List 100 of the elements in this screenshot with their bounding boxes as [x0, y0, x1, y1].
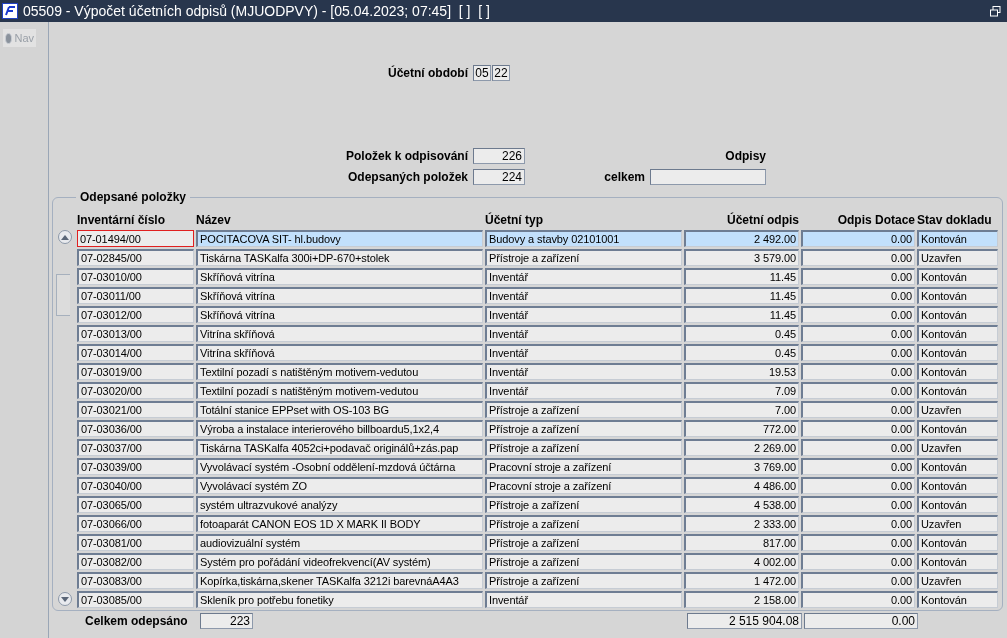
table-cell[interactable]: 0.00 — [801, 515, 915, 532]
table-cell[interactable]: 7.00 — [684, 401, 799, 418]
table-cell[interactable]: Totální stanice EPPset with OS-103 BG — [196, 401, 483, 418]
table-cell[interactable]: 3 769.00 — [684, 458, 799, 475]
table-cell[interactable]: Kontován — [917, 477, 998, 494]
table-cell[interactable]: Inventář — [485, 306, 682, 323]
table-cell[interactable]: Inventář — [485, 363, 682, 380]
table-cell[interactable]: 0.00 — [801, 249, 915, 266]
grant-total-field[interactable]: 0.00 — [804, 613, 918, 629]
table-cell[interactable]: Pracovní stroje a zařízení — [485, 458, 682, 475]
table-cell[interactable]: Tiskárna TASKalfa 300i+DP-670+stolek — [196, 249, 483, 266]
table-cell[interactable]: 0.00 — [801, 230, 915, 247]
table-cell[interactable]: 07-03010/00 — [77, 268, 194, 285]
table-cell[interactable]: Pracovní stroje a zařízení — [485, 477, 682, 494]
table-cell[interactable]: 07-03066/00 — [77, 515, 194, 532]
table-cell[interactable]: Textilní pozadí s natištěným motivem-vedutou — [196, 363, 483, 380]
table-cell[interactable]: 07-03039/00 — [77, 458, 194, 475]
table-cell[interactable]: Vitrína skříňová — [196, 344, 483, 361]
table-cell[interactable]: Přístroje a zařízení — [485, 515, 682, 532]
table-cell[interactable]: 07-03083/00 — [77, 572, 194, 589]
table-cell[interactable]: 0.00 — [801, 268, 915, 285]
table-cell[interactable]: 19.53 — [684, 363, 799, 380]
table-cell[interactable]: Uzavřen — [917, 401, 998, 418]
table-cell[interactable]: 07-03019/00 — [77, 363, 194, 380]
table-cell[interactable]: 11.45 — [684, 306, 799, 323]
total-written-off-field[interactable]: 223 — [200, 613, 253, 629]
table-cell[interactable]: Přístroje a zařízení — [485, 572, 682, 589]
table-cell[interactable]: 2 158.00 — [684, 591, 799, 608]
table-cell[interactable]: Textilní pozadí s natištěným motivem-vedutou — [196, 382, 483, 399]
table-cell[interactable]: audiovizuální systém — [196, 534, 483, 551]
table-cell[interactable]: 11.45 — [684, 268, 799, 285]
table-cell[interactable]: Skříňová vitrína — [196, 306, 483, 323]
table-cell[interactable]: 07-03020/00 — [77, 382, 194, 399]
table-cell[interactable]: Vyvolávací systém ZO — [196, 477, 483, 494]
table-cell[interactable]: Kontován — [917, 591, 998, 608]
write-offs-total-field[interactable] — [650, 169, 766, 185]
table-cell[interactable]: 07-03013/00 — [77, 325, 194, 342]
table-cell[interactable]: Tiskárna TASKalfa 4052ci+podavač originálů+zás.pap — [196, 439, 483, 456]
table-cell[interactable]: 07-03036/00 — [77, 420, 194, 437]
table-cell[interactable]: 1 472.00 — [684, 572, 799, 589]
table-cell[interactable]: 0.00 — [801, 287, 915, 304]
table-cell[interactable]: 07-03021/00 — [77, 401, 194, 418]
table-cell[interactable]: 0.00 — [801, 420, 915, 437]
table-cell[interactable]: Kontován — [917, 230, 998, 247]
table-cell[interactable]: Inventář — [485, 325, 682, 342]
table-cell[interactable]: 2 492.00 — [684, 230, 799, 247]
table-cell[interactable]: 0.00 — [801, 496, 915, 513]
items-to-write-off-field[interactable]: 226 — [473, 148, 525, 164]
table-cell[interactable]: 0.00 — [801, 534, 915, 551]
table-cell[interactable]: POCITACOVA SIT- hl.budovy — [196, 230, 483, 247]
table-cell[interactable]: Inventář — [485, 591, 682, 608]
table-cell[interactable]: 07-03065/00 — [77, 496, 194, 513]
table-cell[interactable]: 11.45 — [684, 287, 799, 304]
table-cell[interactable]: 4 538.00 — [684, 496, 799, 513]
table-cell[interactable]: 07-03037/00 — [77, 439, 194, 456]
table-cell[interactable]: 0.00 — [801, 344, 915, 361]
table-cell[interactable]: Inventář — [485, 268, 682, 285]
scroll-up-button[interactable] — [58, 230, 72, 244]
table-cell[interactable]: 07-03085/00 — [77, 591, 194, 608]
table-cell[interactable]: 0.00 — [801, 363, 915, 380]
year-field[interactable]: 22 — [492, 65, 510, 81]
table-cell[interactable]: fotoaparát CANON EOS 1D X MARK II BODY — [196, 515, 483, 532]
table-cell[interactable]: Přístroje a zařízení — [485, 439, 682, 456]
table-cell[interactable]: Přístroje a zařízení — [485, 420, 682, 437]
table-cell[interactable]: Přístroje a zařízení — [485, 496, 682, 513]
table-cell[interactable]: 07-03081/00 — [77, 534, 194, 551]
restore-window-icon[interactable] — [990, 5, 1001, 17]
table-cell[interactable]: Kontován — [917, 496, 998, 513]
table-cell[interactable]: 07-03014/00 — [77, 344, 194, 361]
table-cell[interactable]: Kopírka,tiskárna,skener TASKalfa 3212i barevnáA4A3 — [196, 572, 483, 589]
table-cell[interactable]: Inventář — [485, 382, 682, 399]
table-cell[interactable]: Skříňová vitrína — [196, 287, 483, 304]
table-cell[interactable]: 0.00 — [801, 553, 915, 570]
table-cell[interactable]: 0.00 — [801, 401, 915, 418]
table-cell[interactable]: 07-01494/00 — [77, 230, 194, 247]
table-cell[interactable]: 7.09 — [684, 382, 799, 399]
table-cell[interactable]: 3 579.00 — [684, 249, 799, 266]
table-cell[interactable]: Kontován — [917, 268, 998, 285]
table-cell[interactable]: 0.00 — [801, 439, 915, 456]
table-cell[interactable]: Přístroje a zařízení — [485, 249, 682, 266]
table-cell[interactable]: 0.00 — [801, 306, 915, 323]
table-cell[interactable]: 4 486.00 — [684, 477, 799, 494]
table-cell[interactable]: 0.00 — [801, 458, 915, 475]
table-cell[interactable]: Inventář — [485, 344, 682, 361]
table-cell[interactable]: Kontován — [917, 458, 998, 475]
table-cell[interactable]: 817.00 — [684, 534, 799, 551]
table-cell[interactable]: 0.00 — [801, 325, 915, 342]
table-cell[interactable]: Uzavřen — [917, 439, 998, 456]
table-cell[interactable]: 07-03040/00 — [77, 477, 194, 494]
table-cell[interactable]: Vitrína skříňová — [196, 325, 483, 342]
table-cell[interactable]: 07-03082/00 — [77, 553, 194, 570]
table-cell[interactable]: Kontován — [917, 325, 998, 342]
table-cell[interactable]: systém ultrazvukové analýzy — [196, 496, 483, 513]
table-cell[interactable]: Uzavřen — [917, 572, 998, 589]
scroll-down-button[interactable] — [58, 592, 72, 606]
table-cell[interactable]: Kontován — [917, 420, 998, 437]
table-cell[interactable]: Kontován — [917, 344, 998, 361]
table-cell[interactable]: 0.00 — [801, 591, 915, 608]
table-cell[interactable]: Výroba a instalace interierového billboardu5,1x2,4 — [196, 420, 483, 437]
scroll-thumb[interactable] — [56, 274, 70, 316]
